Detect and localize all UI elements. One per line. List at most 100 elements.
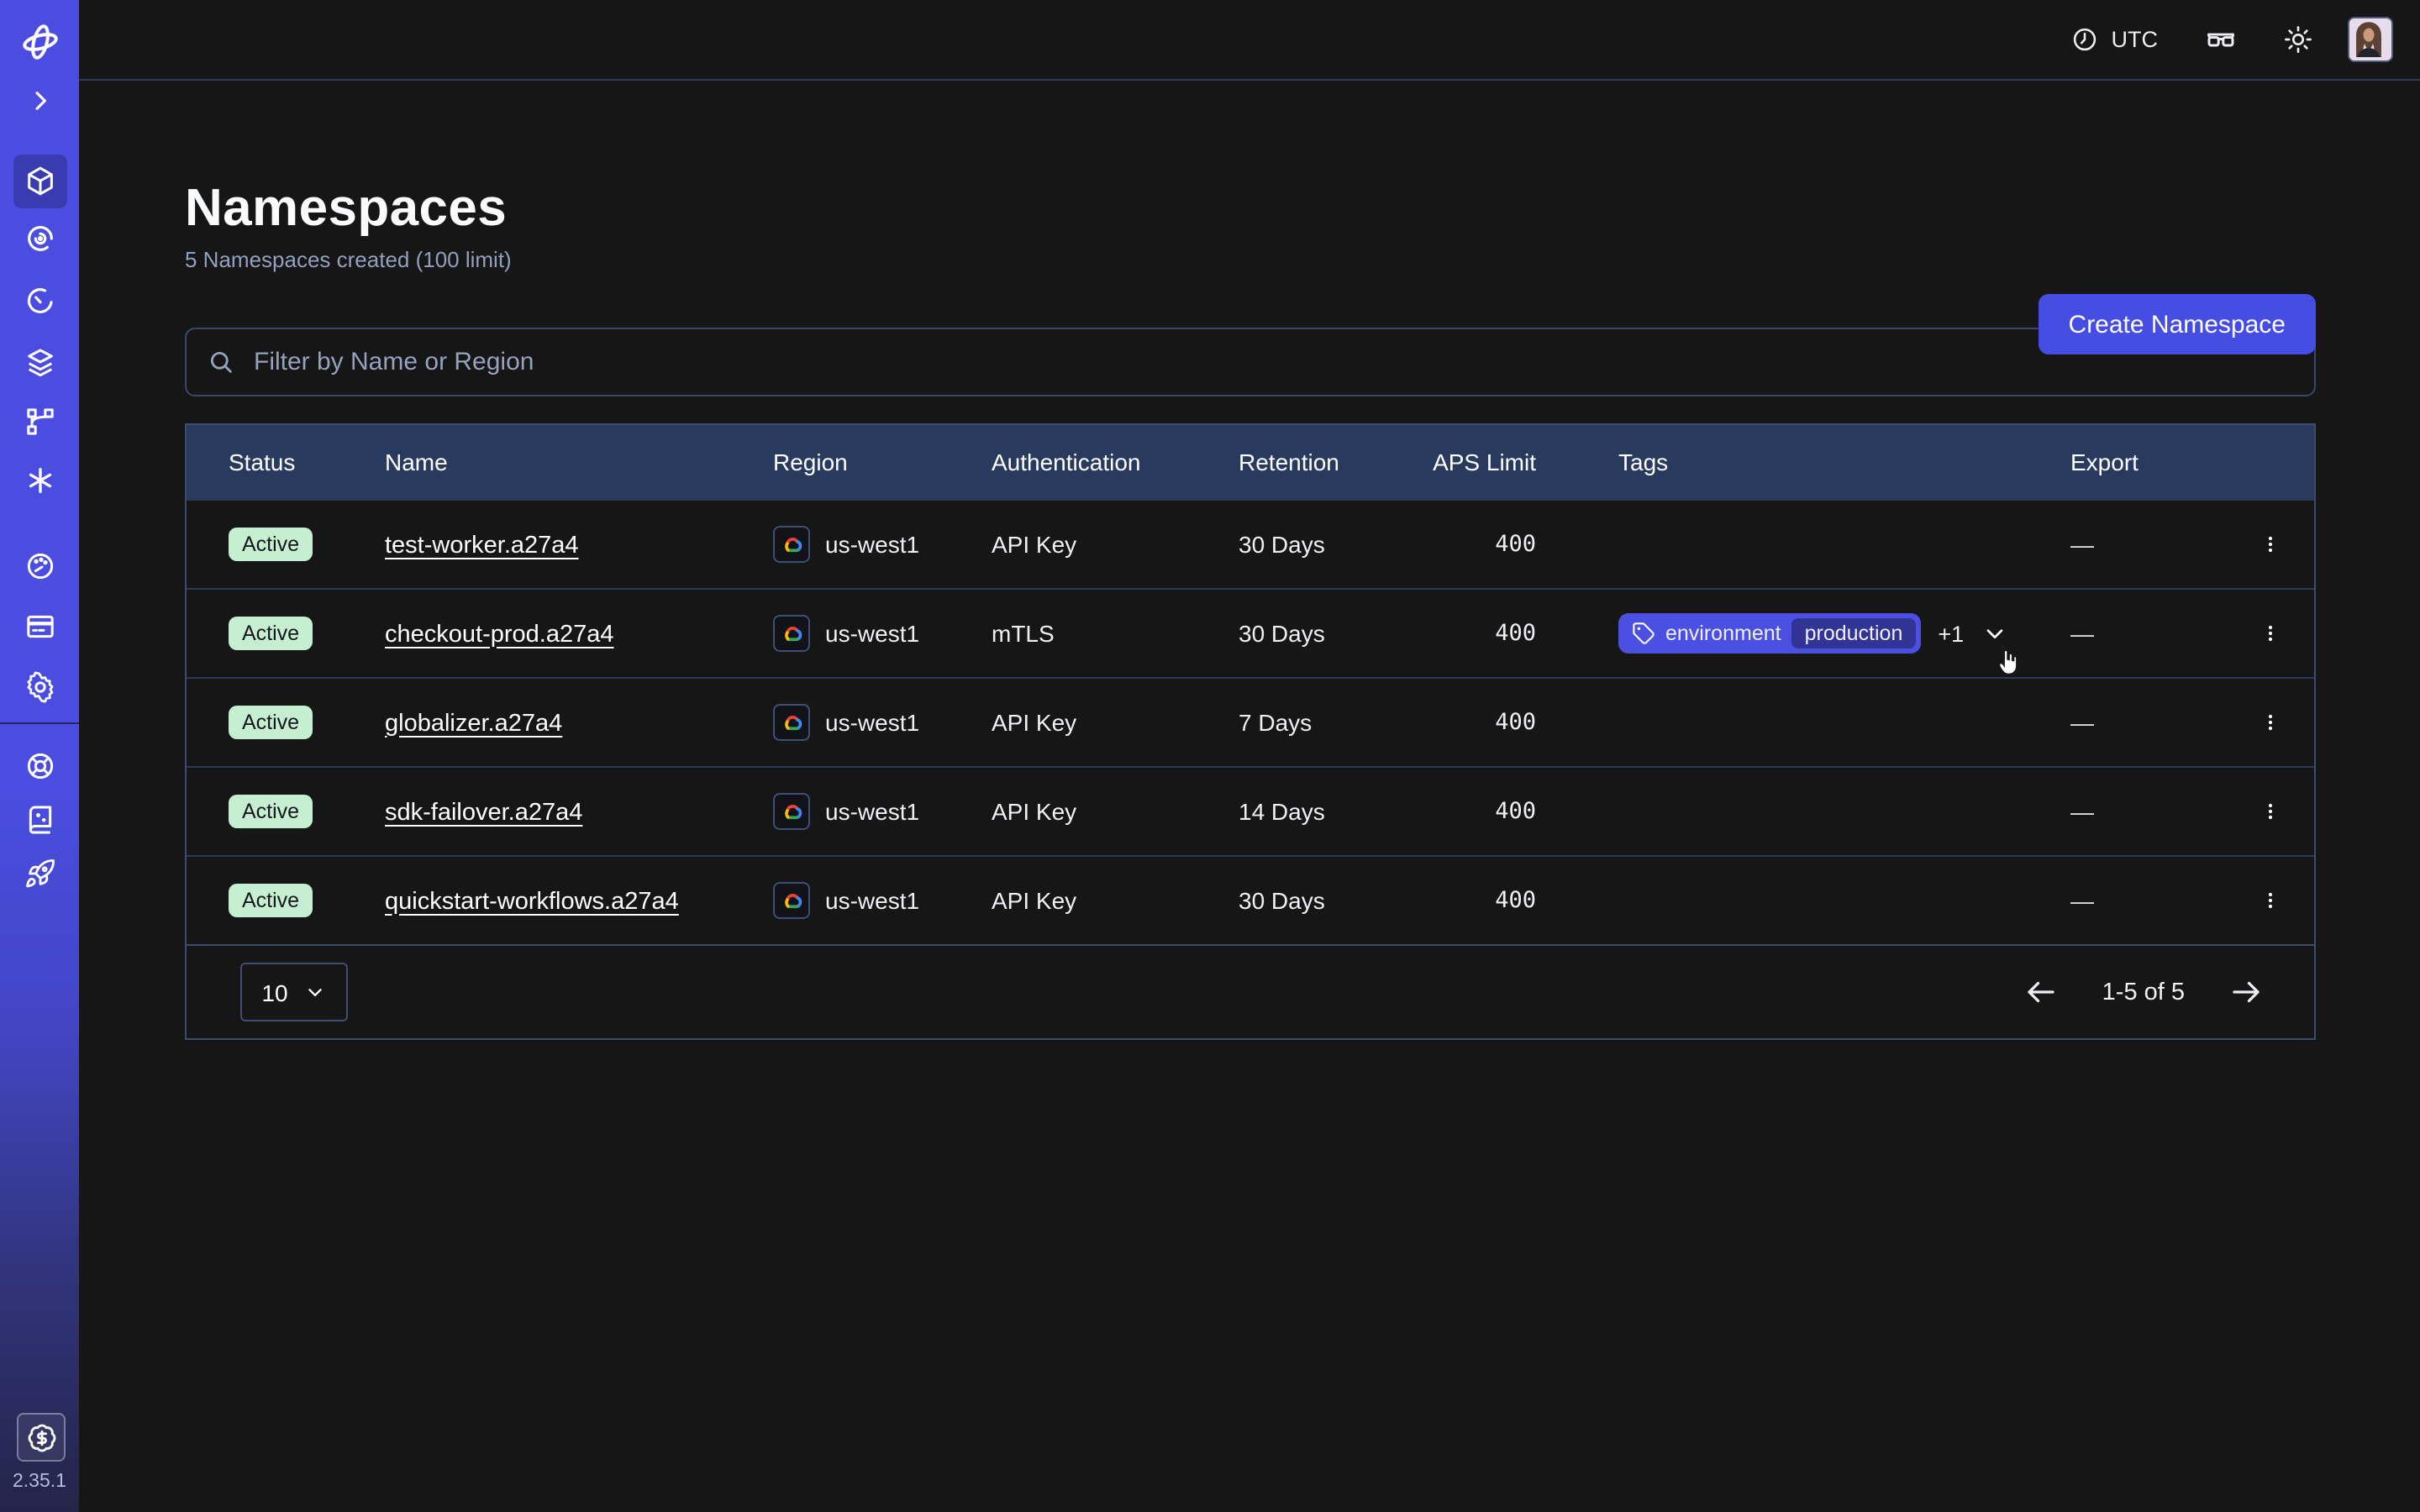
sun-icon	[2282, 24, 2314, 55]
badge-dollar-icon	[26, 1422, 56, 1452]
sidebar-item-nexus[interactable]	[0, 405, 79, 438]
readability-toggle[interactable]	[2203, 22, 2238, 57]
avatar-image	[2349, 18, 2388, 57]
kebab-icon	[2260, 798, 2281, 825]
timezone-selector[interactable]: UTC	[2071, 25, 2159, 54]
table-row: Active sdk-failover.a27a4 us-west1 API K…	[187, 766, 2314, 855]
table-row: Active checkout-prod.a27a4 us-west1 mTLS…	[187, 588, 2314, 677]
sidebar-item-deployments[interactable]	[0, 346, 79, 380]
gcp-icon	[773, 793, 810, 830]
export-cell: —	[2070, 531, 2244, 558]
col-header-export: Export	[2070, 449, 2244, 475]
table-footer: 10 1-5 of 5	[187, 944, 2314, 1038]
sidebar-item-support[interactable]	[0, 749, 79, 783]
auth-cell: API Key	[992, 887, 1239, 914]
tags-expand-button[interactable]	[1981, 620, 2007, 647]
tag-key: environment	[1665, 622, 1781, 645]
gcp-icon	[773, 704, 810, 741]
col-header-status: Status	[187, 449, 385, 475]
status-badge: Active	[229, 884, 313, 917]
retention-cell: 30 Days	[1239, 620, 1432, 647]
table-row: Active globalizer.a27a4 us-west1 API Key…	[187, 677, 2314, 766]
kebab-icon	[2260, 531, 2281, 558]
region-label: us-west1	[825, 798, 919, 825]
row-actions-menu[interactable]	[2250, 791, 2291, 832]
col-header-retention: Retention	[1239, 449, 1432, 475]
sidebar-item-namespaces[interactable]	[0, 165, 79, 198]
export-cell: —	[2070, 620, 2244, 647]
namespace-link[interactable]: quickstart-workflows.a27a4	[385, 888, 679, 915]
row-actions-menu[interactable]	[2250, 613, 2291, 654]
sidebar-item-usage[interactable]	[0, 549, 79, 583]
app-version: 2.35.1	[0, 1472, 79, 1492]
namespace-link[interactable]: sdk-failover.a27a4	[385, 799, 582, 826]
user-avatar[interactable]	[2348, 17, 2393, 62]
kebab-icon	[2260, 887, 2281, 914]
chevron-down-icon	[1981, 620, 2007, 647]
chevron-down-icon	[305, 981, 327, 1003]
tags-cell: environment production +1	[1580, 613, 2070, 654]
gcp-icon	[773, 882, 810, 919]
sidebar-expand-button[interactable]	[0, 87, 79, 114]
region-label: us-west1	[825, 887, 919, 914]
status-badge: Active	[229, 617, 313, 650]
table-row: Active quickstart-workflows.a27a4 us-wes…	[187, 855, 2314, 944]
aps-limit-cell: 400	[1432, 887, 1580, 914]
row-actions-menu[interactable]	[2250, 880, 2291, 921]
col-header-region: Region	[773, 449, 992, 475]
page-title: Namespaces	[185, 178, 2316, 239]
filter-bar	[185, 328, 2316, 396]
sidebar-item-getting-started[interactable]	[0, 857, 79, 890]
clock-icon	[2071, 25, 2100, 54]
temporal-logo[interactable]	[0, 22, 79, 62]
sidebar-item-asterisk[interactable]	[0, 464, 79, 497]
timezone-label: UTC	[2112, 27, 2159, 52]
namespace-link[interactable]: checkout-prod.a27a4	[385, 621, 614, 648]
sidebar-item-workflows[interactable]	[0, 222, 79, 255]
arrow-right-icon	[2228, 974, 2264, 1010]
retention-cell: 7 Days	[1239, 709, 1432, 736]
namespace-link[interactable]: test-worker.a27a4	[385, 532, 579, 559]
filter-input[interactable]	[250, 346, 2294, 378]
next-page-button[interactable]	[2228, 974, 2264, 1010]
row-actions-menu[interactable]	[2250, 524, 2291, 564]
col-header-tags: Tags	[1580, 449, 2070, 475]
table-row: Active test-worker.a27a4 us-west1 API Ke…	[187, 499, 2314, 588]
auth-cell: API Key	[992, 531, 1239, 558]
region-label: us-west1	[825, 620, 919, 647]
page-size-select[interactable]: 10	[240, 963, 348, 1021]
tag-more-count: +1	[1938, 621, 1964, 646]
retention-cell: 30 Days	[1239, 531, 1432, 558]
aps-limit-cell: 400	[1432, 798, 1580, 825]
gcp-icon	[773, 526, 810, 563]
arrow-left-icon	[2023, 974, 2059, 1010]
sidebar-item-schedules[interactable]	[0, 284, 79, 318]
col-header-aps-limit: APS Limit	[1432, 449, 1580, 475]
row-actions-menu[interactable]	[2250, 702, 2291, 743]
theme-toggle[interactable]	[2282, 24, 2314, 55]
kebab-icon	[2260, 709, 2281, 736]
sidebar-item-settings[interactable]	[0, 670, 79, 704]
status-badge: Active	[229, 706, 313, 739]
glasses-icon	[2203, 22, 2238, 57]
plan-badge[interactable]	[17, 1413, 66, 1462]
col-header-name: Name	[385, 449, 773, 475]
auth-cell: mTLS	[992, 620, 1239, 647]
status-badge: Active	[229, 528, 313, 561]
previous-page-button[interactable]	[2023, 974, 2059, 1010]
sidebar: 2.35.1	[0, 0, 79, 1512]
sidebar-item-billing[interactable]	[0, 610, 79, 643]
auth-cell: API Key	[992, 709, 1239, 736]
kebab-icon	[2260, 620, 2281, 647]
aps-limit-cell: 400	[1432, 531, 1580, 558]
sidebar-divider	[0, 722, 79, 724]
main-content: Namespaces 5 Namespaces created (100 lim…	[185, 81, 2316, 1040]
namespace-link[interactable]: globalizer.a27a4	[385, 710, 562, 737]
sidebar-item-docs[interactable]	[0, 803, 79, 837]
export-cell: —	[2070, 709, 2244, 736]
tag-icon	[1632, 622, 1655, 645]
tag-pill[interactable]: environment production	[1618, 613, 1921, 654]
search-icon	[207, 348, 235, 376]
table-body: Active test-worker.a27a4 us-west1 API Ke…	[187, 499, 2314, 944]
create-namespace-button[interactable]: Create Namespace	[2039, 294, 2316, 354]
